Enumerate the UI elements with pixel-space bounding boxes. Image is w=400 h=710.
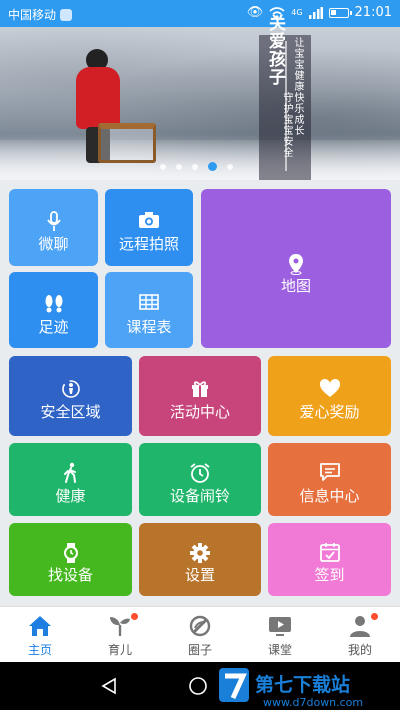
watermark-logo: 第七下载站 www.d7down.com (219, 668, 363, 709)
tile-label: 地图 (280, 277, 311, 295)
tile-alarm-clock[interactable]: 设备闹铃 (139, 443, 261, 516)
checkin-calendar-icon (268, 542, 391, 562)
sled-illustration (98, 123, 156, 163)
watch-icon (9, 542, 132, 564)
tile-label: 找设备 (47, 566, 93, 584)
gear-icon (139, 542, 261, 564)
shield-icon (60, 8, 73, 21)
tile-label: 信息中心 (299, 487, 360, 505)
carrier-label: 中国移动 (8, 8, 57, 22)
nav-item-video-play[interactable]: 课堂 (240, 607, 320, 662)
tile-heart[interactable]: 爱心奖励 (268, 356, 391, 436)
nav-label: 课堂 (267, 643, 292, 657)
promo-banner[interactable] (0, 27, 400, 180)
tile-safe-zone[interactable]: 安全区域 (9, 356, 132, 436)
safe-zone-icon (9, 378, 132, 400)
status-bar: 中国移动 👁 4G 21:01 (0, 0, 400, 27)
tile-message[interactable]: 信息中心 (268, 443, 391, 516)
pager-dot[interactable] (227, 163, 233, 170)
heart-icon (268, 378, 391, 398)
notification-badge (371, 613, 378, 620)
calendar-grid-icon (105, 294, 193, 310)
mic-icon (9, 211, 98, 233)
home-circle-icon[interactable] (188, 676, 208, 696)
alarm-clock-icon (139, 462, 261, 484)
nav-item-home[interactable]: 主页 (0, 607, 80, 662)
tile-gift[interactable]: 活动中心 (139, 356, 261, 436)
tile-label: 活动中心 (169, 403, 230, 421)
notification-badge (131, 613, 138, 620)
tile-label: 健康 (55, 487, 86, 505)
battery-icon (328, 7, 352, 18)
nav-item-sprout[interactable]: 育儿 (80, 607, 160, 662)
tile-watch[interactable]: 找设备 (9, 523, 132, 596)
camera-icon (105, 211, 193, 229)
gift-icon (139, 378, 261, 398)
video-play-icon (240, 615, 320, 637)
nav-label: 育儿 (107, 643, 132, 657)
clock-label: 21:01 (354, 5, 392, 20)
nav-label: 圈子 (187, 643, 212, 657)
person-icon (320, 615, 400, 637)
nav-label: 主页 (27, 643, 52, 657)
tile-map-pin[interactable]: 地图 (201, 189, 391, 348)
tile-label: 课程表 (126, 318, 172, 336)
nav-item-person[interactable]: 我的 (320, 607, 400, 662)
tile-label: 签到 (314, 566, 345, 584)
snow-ground (0, 140, 400, 180)
tile-label: 爱心奖励 (299, 403, 360, 421)
nav-item-circle-slash[interactable]: 圈子 (160, 607, 240, 662)
tile-label: 远程拍照 (118, 235, 179, 253)
tile-calendar-grid[interactable]: 课程表 (105, 272, 193, 348)
tile-footprints[interactable]: 足迹 (9, 272, 98, 348)
nav-label: 我的 (347, 643, 372, 657)
tile-gear[interactable]: 设置 (139, 523, 261, 596)
tile-label: 设备闹铃 (169, 487, 230, 505)
tile-camera[interactable]: 远程拍照 (105, 189, 193, 266)
tile-label: 设置 (184, 566, 215, 584)
pager-dot[interactable] (176, 163, 182, 170)
walking-icon (9, 462, 132, 484)
bottom-nav: 主页 育儿 圈子 课堂 我的 (0, 606, 400, 662)
tile-label: 微聊 (38, 235, 69, 253)
banner-subtitle-2: 守护宝宝安全 (281, 92, 292, 158)
tile-mic[interactable]: 微聊 (9, 189, 98, 266)
map-pin-icon (201, 253, 391, 275)
watermark-brand: 第七下载站 (255, 673, 350, 696)
circle-slash-icon (160, 615, 240, 637)
pager-dot-active[interactable] (208, 162, 217, 171)
eye-icon: 👁 (246, 5, 264, 20)
network-type-label: 4G (291, 8, 303, 17)
tile-label: 足迹 (38, 318, 69, 336)
pager-dot[interactable] (192, 163, 198, 170)
banner-title: 关爱孩子 (265, 14, 285, 86)
footprints-icon (9, 294, 98, 314)
back-icon[interactable] (100, 677, 118, 695)
tile-walking[interactable]: 健康 (9, 443, 132, 516)
tile-label: 安全区域 (40, 403, 101, 421)
message-icon (268, 462, 391, 482)
watermark-url: www.d7down.com (263, 696, 363, 709)
banner-pager (160, 162, 233, 171)
signal-icon (308, 6, 323, 19)
tile-checkin-calendar[interactable]: 签到 (268, 523, 391, 596)
sprout-icon (80, 615, 160, 637)
home-icon (0, 615, 80, 637)
pager-dot[interactable] (160, 163, 166, 170)
